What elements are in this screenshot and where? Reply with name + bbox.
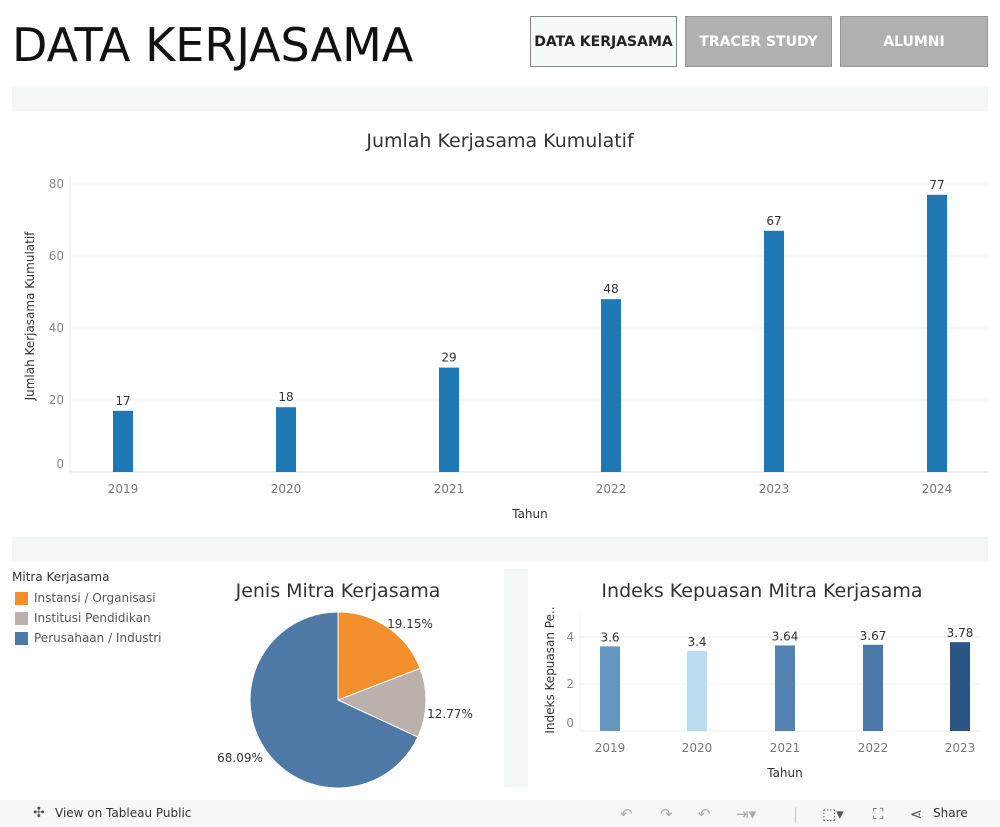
- undo-icon[interactable]: ↶: [620, 805, 633, 823]
- slice-label: 12.77%: [427, 707, 473, 721]
- data-label: 48: [603, 282, 618, 296]
- x-tick-label: 2023: [945, 741, 976, 755]
- x-axis-title: Tahun: [511, 507, 548, 521]
- legend-label: Instansi / Organisasi: [34, 591, 156, 605]
- chart-title: Jenis Mitra Kerjasama: [235, 580, 441, 602]
- x-axis-title: Tahun: [766, 766, 803, 780]
- bar: [601, 299, 621, 472]
- revert-icon[interactable]: ↶: [698, 805, 711, 823]
- divider-band: [504, 569, 528, 787]
- toolbar-separator: |: [793, 805, 799, 823]
- data-label: 3.67: [860, 629, 887, 643]
- bar: [276, 407, 296, 472]
- chart-title: Indeks Kepuasan Mitra Kerjasama: [601, 580, 922, 602]
- pie-chart: Jenis Mitra Kerjasama 19.15% 12.77% 68.09%: [217, 580, 473, 789]
- download-icon[interactable]: ⬚▾: [822, 805, 844, 823]
- legend-label: Institusi Pendidikan: [34, 611, 151, 625]
- legend-item[interactable]: Institusi Pendidikan: [12, 608, 162, 628]
- data-label: 67: [766, 214, 781, 228]
- data-label: 3.6: [600, 630, 619, 644]
- satisfaction-bar-chart: Indeks Kepuasan Mitra Kerjasama 0 2 4 3.6 201…: [543, 580, 980, 780]
- y-axis-title: Jumlah Kerjasama Kumulatif: [23, 231, 37, 402]
- x-tick-label: 2019: [595, 741, 626, 755]
- bar: [863, 644, 883, 731]
- nav-data-kerjasama-button[interactable]: DATA KERJASAMA: [530, 16, 677, 67]
- share-button[interactable]: Share: [933, 806, 968, 820]
- data-label: 3.78: [947, 626, 974, 640]
- chart-title: Jumlah Kerjasama Kumulatif: [365, 130, 635, 152]
- slice-label: 68.09%: [217, 751, 263, 765]
- slice-label: 19.15%: [387, 617, 433, 631]
- x-tick-label: 2020: [271, 482, 302, 496]
- y-tick-label: 2: [566, 677, 574, 691]
- data-label: 17: [115, 394, 130, 408]
- nav-tracer-study-button[interactable]: TRACER STUDY: [685, 16, 832, 67]
- x-tick-label: 2022: [596, 482, 627, 496]
- bar: [439, 367, 459, 472]
- legend-title: Mitra Kerjasama: [12, 570, 110, 584]
- x-tick-label: 2019: [108, 482, 139, 496]
- divider-band: [12, 537, 988, 561]
- divider-band: [12, 87, 988, 111]
- fullscreen-icon[interactable]: ⛶: [873, 805, 884, 823]
- y-tick-label: 40: [49, 321, 64, 335]
- bar: [950, 642, 970, 731]
- bar: [764, 230, 784, 472]
- y-tick-label: 20: [49, 393, 64, 407]
- data-label: 3.4: [687, 635, 706, 649]
- bar: [600, 646, 620, 731]
- x-tick-label: 2021: [770, 741, 801, 755]
- y-axis-title: Indeks Kepuasan Pe..: [543, 606, 557, 733]
- bar: [927, 194, 947, 473]
- bar: [775, 645, 795, 731]
- x-tick-label: 2022: [858, 741, 889, 755]
- legend-label: Perusahaan / Industri: [34, 631, 162, 645]
- x-tick-label: 2024: [922, 482, 953, 496]
- y-tick-label: 60: [49, 249, 64, 263]
- x-tick-label: 2023: [759, 482, 790, 496]
- legend-swatch: [15, 631, 28, 645]
- redo-icon[interactable]: ↷: [660, 805, 673, 823]
- bar: [687, 651, 707, 731]
- data-label: 3.64: [772, 629, 799, 643]
- share-icon[interactable]: ⋖: [910, 805, 923, 823]
- x-tick-label: 2020: [682, 741, 713, 755]
- refresh-icon[interactable]: ⇥▾: [736, 805, 756, 823]
- view-on-tableau-link[interactable]: View on Tableau Public: [55, 806, 191, 820]
- page-title: DATA KERJASAMA: [12, 18, 414, 72]
- tableau-toolbar: ✣ View on Tableau Public ↶ ↷ ↶ ⇥▾ | ⬚▾ ⛶…: [0, 800, 1000, 827]
- data-label: 29: [441, 351, 456, 365]
- main-bar-chart: Jumlah Kerjasama Kumulatif 0 20 40 60 80 17 201…: [23, 130, 988, 521]
- legend-swatch: [15, 591, 28, 605]
- tableau-logo-icon: ✣: [33, 805, 45, 821]
- y-tick-label: 80: [49, 177, 64, 191]
- y-tick-label: 0: [566, 716, 574, 730]
- data-label: 77: [929, 178, 944, 192]
- y-tick-label: 4: [566, 630, 574, 644]
- nav-alumni-button[interactable]: ALUMNI: [840, 16, 988, 67]
- data-label: 18: [278, 390, 293, 404]
- legend-item[interactable]: Perusahaan / Industri: [12, 628, 162, 648]
- bar: [113, 410, 133, 472]
- legend-item[interactable]: Instansi / Organisasi: [12, 588, 162, 608]
- y-tick-label: 0: [56, 457, 64, 471]
- x-tick-label: 2021: [434, 482, 465, 496]
- legend: Instansi / Organisasi Institusi Pendidika…: [12, 588, 162, 648]
- legend-swatch: [15, 611, 28, 625]
